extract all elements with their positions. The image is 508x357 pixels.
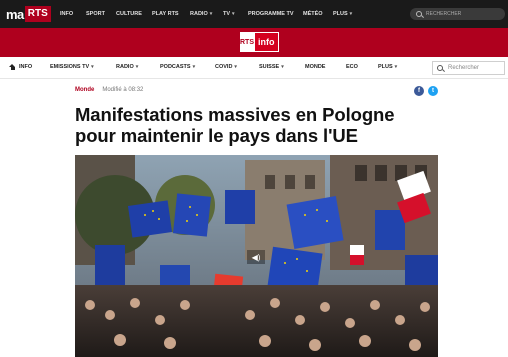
global-nav-meteo[interactable]: MÉTÉO xyxy=(303,11,333,17)
facebook-share-icon[interactable]: f xyxy=(414,86,424,96)
global-nav-play-rts[interactable]: PLAY RTS xyxy=(152,11,190,17)
section-nav-plus[interactable]: PLUS ▾ xyxy=(378,64,397,70)
search-icon xyxy=(437,65,443,71)
global-nav-label: RADIO xyxy=(190,11,208,17)
info-banner: RTS info xyxy=(0,28,508,57)
section-nav-label: ECO xyxy=(346,64,358,70)
brand-prefix: ma xyxy=(6,6,24,22)
global-nav-tv[interactable]: TV ▾ xyxy=(223,11,248,17)
global-nav-sport[interactable]: SPORT xyxy=(86,11,116,17)
section-nav-emissions-tv[interactable]: EMISSIONS TV ▾ xyxy=(50,64,94,70)
rts-info-logo-info: info xyxy=(254,32,279,52)
section-nav-covid[interactable]: COVID ▾ xyxy=(215,64,237,70)
section-nav-label: PODCASTS xyxy=(160,64,191,70)
global-nav-info[interactable]: INFO xyxy=(60,11,86,17)
global-search-input[interactable]: RECHERCHER xyxy=(410,8,505,20)
section-nav-eco[interactable]: ECO xyxy=(346,64,358,70)
global-nav: INFO SPORT CULTURE PLAY RTS RADIO ▾ TV ▾ P… xyxy=(60,0,361,28)
global-nav-label: INFO xyxy=(60,11,74,17)
article-modified: Modifié à 08:32 xyxy=(102,87,144,93)
chevron-down-icon: ▾ xyxy=(234,64,237,70)
chevron-down-icon: ▾ xyxy=(394,64,398,70)
section-nav-monde[interactable]: MONDE xyxy=(305,64,325,70)
global-nav-label: PROGRAMME TV xyxy=(248,11,294,17)
section-nav-info[interactable]: INFO xyxy=(9,64,32,70)
section-nav: INFO EMISSIONS TV ▾ RADIO ▾ PODCASTS ▾ COVI… xyxy=(0,57,508,79)
brand-logo: RTS xyxy=(24,6,51,22)
global-nav-label: TV xyxy=(223,11,231,17)
chevron-down-icon: ▾ xyxy=(91,64,94,70)
rts-info-logo[interactable]: RTS info xyxy=(240,32,279,52)
section-nav-label: SUISSE xyxy=(259,64,280,70)
chevron-down-icon: ▾ xyxy=(209,11,213,17)
speaker-icon[interactable]: ◀) xyxy=(247,250,265,264)
global-nav-plus[interactable]: PLUS ▾ xyxy=(333,11,361,17)
article-title: Manifestations massives en Pologne pour … xyxy=(75,104,395,146)
section-nav-suisse[interactable]: SUISSE ▾ xyxy=(259,64,284,70)
search-icon xyxy=(416,11,422,17)
section-search-input[interactable]: Rechercher xyxy=(432,61,505,75)
section-nav-podcasts[interactable]: PODCASTS ▾ xyxy=(160,64,195,70)
section-nav-label: MONDE xyxy=(305,64,326,70)
global-nav-label: CULTURE xyxy=(116,11,142,17)
section-nav-label: COVID xyxy=(215,64,233,70)
twitter-share-icon[interactable]: t xyxy=(428,86,438,96)
section-search-placeholder: Rechercher xyxy=(448,65,480,71)
global-nav-programme-tv[interactable]: PROGRAMME TV xyxy=(248,11,303,17)
global-nav-radio[interactable]: RADIO ▾ xyxy=(190,11,223,17)
ma-rts-logo[interactable]: ma RTS xyxy=(6,6,51,22)
article-meta: Monde Modifié à 08:32 xyxy=(75,87,143,93)
global-nav-label: SPORT xyxy=(86,11,105,17)
rts-info-logo-rts: RTS xyxy=(240,32,254,52)
section-nav-label: PLUS xyxy=(378,64,393,70)
section-nav-label: EMISSIONS TV xyxy=(50,64,90,70)
chevron-down-icon: ▾ xyxy=(232,11,235,17)
global-nav-culture[interactable]: CULTURE xyxy=(116,11,152,17)
global-nav-label: PLAY RTS xyxy=(152,11,179,17)
global-search-placeholder: RECHERCHER xyxy=(426,11,462,17)
global-nav-label: MÉTÉO xyxy=(303,11,323,17)
chevron-down-icon: ▾ xyxy=(135,64,139,70)
section-nav-label: INFO xyxy=(19,64,33,70)
chevron-down-icon: ▾ xyxy=(192,64,196,70)
global-header: ma RTS INFO SPORT CULTURE PLAY RTS RADIO… xyxy=(0,0,508,28)
global-nav-label: PLUS xyxy=(333,11,348,17)
section-nav-radio[interactable]: RADIO ▾ xyxy=(116,64,138,70)
section-nav-label: RADIO xyxy=(116,64,134,70)
chevron-down-icon: ▾ xyxy=(349,11,353,17)
home-icon xyxy=(9,64,16,70)
article-category[interactable]: Monde xyxy=(75,87,94,93)
chevron-down-icon: ▾ xyxy=(281,64,284,70)
